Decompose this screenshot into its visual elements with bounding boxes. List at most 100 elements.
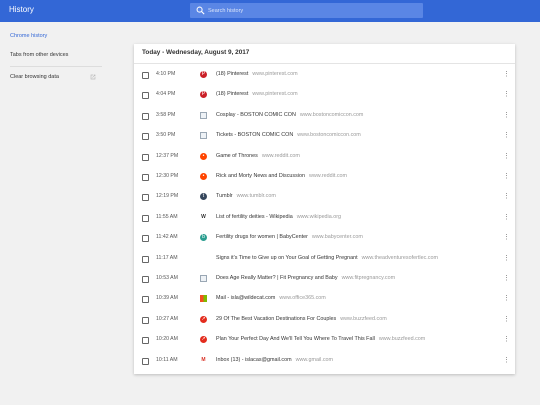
more-actions-icon[interactable]: ⋮	[503, 90, 510, 100]
page-link[interactable]: 29 Of The Best Vacation Destinations For…	[216, 316, 387, 322]
page-title-text[interactable]: Inbox (13) - islacas@gmail.com	[216, 357, 292, 363]
row-checkbox[interactable]	[142, 194, 149, 202]
row-checkbox[interactable]	[142, 92, 149, 100]
more-actions-icon[interactable]: ⋮	[503, 315, 510, 325]
page-title-text[interactable]: List of fertility deities - Wikipedia	[216, 214, 293, 220]
visit-time: 11:42 AM	[156, 234, 178, 241]
history-row[interactable]: 3:58 PM Cosplay - BOSTON COMIC CON www.bos…	[134, 107, 515, 127]
more-actions-icon[interactable]: ⋮	[503, 335, 510, 345]
sidebar-item-chrome-history[interactable]: Chrome history	[10, 33, 47, 39]
row-checkbox[interactable]	[142, 235, 149, 243]
more-actions-icon[interactable]: ⋮	[503, 254, 510, 264]
more-actions-icon[interactable]: ⋮	[503, 152, 510, 162]
header-divider	[134, 63, 515, 64]
history-row[interactable]: 12:30 PM • Rick and Morty News and Discuss…	[134, 168, 515, 188]
page-title-text[interactable]: Tickets - BOSTON COMIC CON	[216, 132, 293, 138]
sidebar-item-tabs-other-devices[interactable]: Tabs from other devices	[10, 52, 68, 58]
visit-time: 4:10 PM	[156, 71, 176, 77]
row-checkbox[interactable]	[142, 255, 149, 263]
row-checkbox[interactable]	[142, 296, 149, 304]
row-checkbox[interactable]	[142, 337, 149, 345]
row-checkbox[interactable]	[142, 112, 149, 120]
page-link[interactable]: (18) Pinterest www.pinterest.com	[216, 71, 298, 77]
page-link[interactable]: Tickets - BOSTON COMIC CON www.bostoncomi…	[216, 132, 361, 138]
more-actions-icon[interactable]: ⋮	[503, 356, 510, 366]
more-actions-icon[interactable]: ⋮	[503, 192, 510, 202]
page-title-text[interactable]: Plan Your Perfect Day And We'll Tell You…	[216, 336, 375, 342]
sidebar-item-clear-browsing-data[interactable]: Clear browsing data	[10, 74, 59, 80]
row-checkbox[interactable]	[142, 153, 149, 161]
more-actions-icon[interactable]: ⋮	[503, 274, 510, 284]
more-actions-icon[interactable]: ⋮	[503, 70, 510, 80]
page-title-text[interactable]: Tumblr	[216, 193, 233, 199]
history-row[interactable]: 11:55 AM W List of fertility deities - Wik…	[134, 209, 515, 229]
broken-image-icon	[200, 111, 207, 119]
page-link[interactable]: (18) Pinterest www.pinterest.com	[216, 91, 298, 97]
history-row[interactable]: 4:04 PM P (18) Pinterest www.pinterest.com ⋮	[134, 86, 515, 106]
page-link[interactable]: Tumblr www.tumblr.com	[216, 193, 276, 199]
row-checkbox[interactable]	[142, 214, 149, 222]
page-link[interactable]: Rick and Morty News and Discussion www.re…	[216, 173, 347, 179]
row-checkbox[interactable]	[142, 174, 149, 181]
buzzfeed-icon: ↗	[200, 315, 207, 323]
row-checkbox[interactable]	[142, 276, 149, 283]
visit-time: 4:04 PM	[156, 91, 176, 98]
page-link[interactable]: List of fertility deities - Wikipedia www…	[216, 214, 341, 220]
page-domain: www.reddit.com	[261, 152, 300, 159]
page-domain: www.buzzfeed.com	[340, 315, 387, 322]
page-domain: www.reddit.com	[308, 173, 348, 179]
row-checkbox[interactable]	[142, 72, 149, 79]
page-title-text[interactable]: (18) Pinterest	[216, 91, 248, 97]
row-checkbox[interactable]	[142, 316, 149, 324]
more-actions-icon[interactable]: ⋮	[503, 172, 510, 182]
page-link[interactable]: Cosplay - BOSTON COMIC CON www.bostoncomi…	[216, 112, 363, 118]
page-title-text[interactable]: Cosplay - BOSTON COMIC CON	[216, 112, 296, 118]
page-title-text[interactable]: 29 Of The Best Vacation Destinations For…	[216, 316, 336, 322]
more-actions-icon[interactable]: ⋮	[503, 233, 510, 243]
page-title-text[interactable]: Game of Thrones	[216, 153, 258, 159]
page-domain: www.fitpregnancy.com	[341, 275, 396, 281]
page-domain: www.buzzfeed.com	[378, 336, 426, 343]
top-toolbar: History	[0, 0, 540, 22]
page-link[interactable]: Inbox (13) - islacas@gmail.com www.gmail.…	[216, 357, 333, 363]
more-actions-icon[interactable]: ⋮	[503, 294, 510, 304]
history-row[interactable]: 11:17 AM Signs it's Time to Give up on Yo…	[134, 250, 515, 270]
page-title-text[interactable]: Does Age Really Matter? | Fit Pregnancy …	[216, 275, 338, 281]
history-row[interactable]: 10:27 AM ↗ 29 Of The Best Vacation Destina…	[134, 311, 515, 331]
visit-time: 3:50 PM	[156, 132, 176, 139]
search-box[interactable]	[190, 3, 423, 18]
history-row[interactable]: 11:42 AM b Fertility drugs for women | Bab…	[134, 229, 515, 249]
more-actions-icon[interactable]: ⋮	[503, 213, 510, 223]
page-domain: www.bostoncomiccon.com	[299, 111, 364, 118]
page-link[interactable]: Fertility drugs for women | BabyCenter ww…	[216, 234, 363, 240]
history-row[interactable]: 4:10 PM P (18) Pinterest www.pinterest.com ⋮	[134, 66, 515, 86]
row-checkbox[interactable]	[142, 133, 149, 141]
history-row[interactable]: 12:19 PM t Tumblr www.tumblr.com ⋮	[134, 188, 515, 208]
open-in-new-icon[interactable]	[89, 73, 97, 81]
page-domain: www.tumblr.com	[236, 193, 276, 200]
history-row[interactable]: 10:39 AM Mail - isla@wildecat.com www.offi…	[134, 290, 515, 310]
visit-time: 10:20 AM	[156, 336, 178, 343]
page-link[interactable]: Does Age Really Matter? | Fit Pregnancy …	[216, 275, 395, 281]
page-title-text[interactable]: (18) Pinterest	[216, 71, 248, 77]
history-row[interactable]: 10:53 AM Does Age Really Matter? | Fit Pr…	[134, 270, 515, 290]
page-link[interactable]: Game of Thrones www.reddit.com	[216, 153, 300, 159]
visit-time: 12:37 PM	[156, 152, 179, 159]
page-title-text[interactable]: Mail - isla@wildecat.com	[216, 295, 275, 301]
history-row[interactable]: 3:50 PM Tickets - BOSTON COMIC CON www.bos…	[134, 127, 515, 147]
page-title-text[interactable]: Rick and Morty News and Discussion	[216, 173, 305, 179]
more-actions-icon[interactable]: ⋮	[503, 111, 510, 121]
reddit-icon: •	[200, 152, 207, 160]
page-title-text[interactable]: Fertility drugs for women | BabyCenter	[216, 234, 308, 240]
history-row[interactable]: 10:11 AM M Inbox (13) - islacas@gmail.com w…	[134, 352, 515, 372]
search-input[interactable]	[208, 5, 408, 16]
history-row[interactable]: 10:20 AM ↗ Plan Your Perfect Day And We'll…	[134, 331, 515, 351]
page-title-text[interactable]: Signs it's Time to Give up on Your Goal …	[216, 255, 358, 261]
page-link[interactable]: Mail - isla@wildecat.com www.office365.co…	[216, 295, 326, 301]
visit-time: 10:11 AM	[156, 356, 178, 363]
history-row[interactable]: 12:37 PM • Game of Thrones www.reddit.com ⋮	[134, 148, 515, 168]
more-actions-icon[interactable]: ⋮	[503, 131, 510, 141]
page-link[interactable]: Plan Your Perfect Day And We'll Tell You…	[216, 336, 425, 342]
row-checkbox[interactable]	[142, 357, 149, 365]
page-link[interactable]: Signs it's Time to Give up on Your Goal …	[216, 255, 438, 261]
